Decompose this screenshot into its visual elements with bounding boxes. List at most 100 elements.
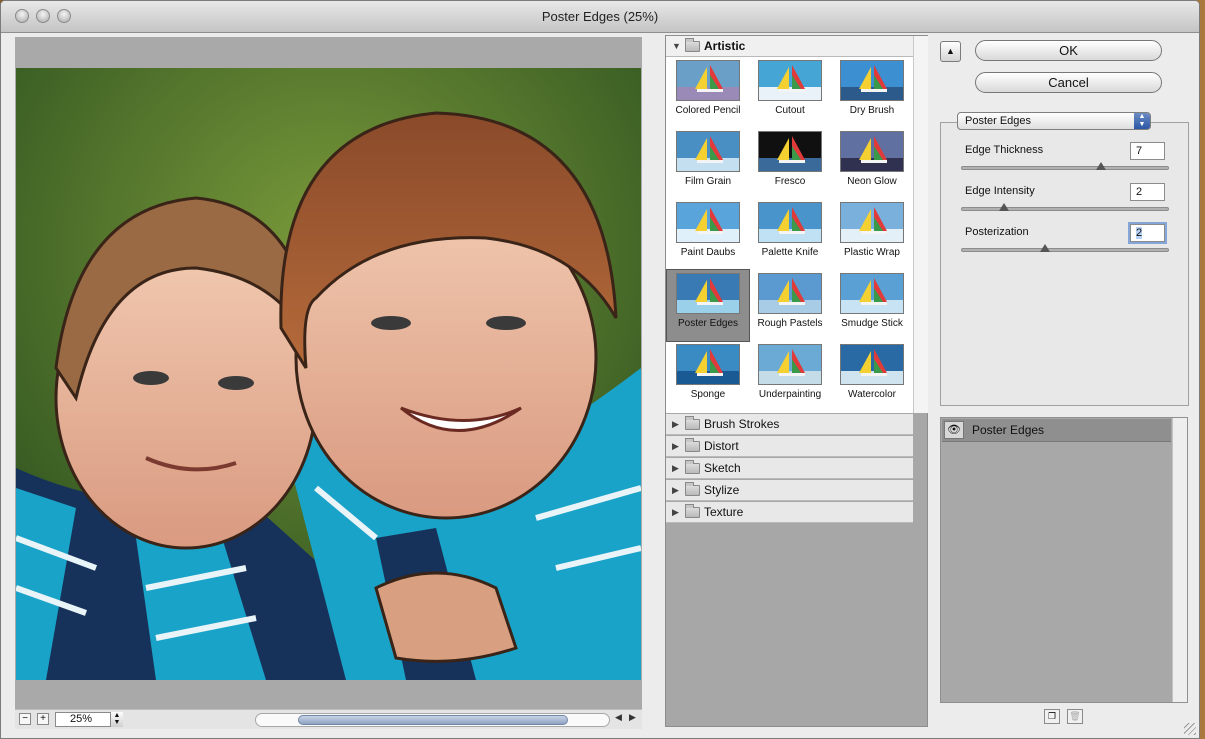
boys-photo-illustration	[16, 68, 641, 680]
filter-thumb-label: Sponge	[690, 389, 726, 400]
edge-thickness-slider[interactable]	[961, 162, 1169, 170]
zoom-out-button[interactable]: −	[19, 713, 31, 725]
disclosure-triangle-closed-icon: ▶	[672, 507, 679, 517]
filter-thumb-neon-glow[interactable]: Neon Glow	[831, 128, 913, 199]
category-texture[interactable]: ▶ Texture	[666, 502, 913, 523]
filter-thumb-rough-pastels[interactable]: Rough Pastels	[749, 270, 831, 341]
filter-preview-image	[840, 344, 904, 385]
category-sketch[interactable]: ▶ Sketch	[666, 458, 913, 479]
disclosure-triangle-closed-icon: ▶	[672, 441, 679, 451]
edge-thickness-label: Edge Thickness	[965, 144, 1044, 156]
disclosure-triangle-closed-icon: ▶	[672, 463, 679, 473]
preview-zoom-bar: − + 25% ▲ ▼ ◀ ▶	[15, 709, 642, 729]
filter-preview-image	[758, 344, 822, 385]
filter-preview-image	[676, 202, 740, 243]
filter-preview-image	[840, 273, 904, 314]
posterization-label: Posterization	[965, 226, 1029, 238]
scroll-left-icon[interactable]: ◀	[615, 712, 622, 723]
zoom-in-button[interactable]: +	[37, 713, 49, 725]
disclosure-triangle-closed-icon: ▶	[672, 485, 679, 495]
folder-icon	[685, 438, 700, 452]
layers-scrollbar[interactable]	[1172, 418, 1187, 702]
new-layer-icon[interactable]: ❐	[1044, 709, 1060, 724]
filter-thumb-underpainting[interactable]: Underpainting	[749, 341, 831, 412]
filter-thumb-label: Colored Pencil	[675, 105, 741, 116]
filter-settings-panel	[940, 122, 1189, 406]
posterization-field[interactable]: 2	[1130, 224, 1165, 242]
filter-preview-image	[676, 131, 740, 172]
filter-thumb-label: Paint Daubs	[680, 247, 736, 258]
dropdown-arrows-icon: ▲ ▼	[1134, 113, 1150, 129]
effect-layers-panel: 👁 Poster Edges	[940, 417, 1188, 703]
folder-icon	[685, 416, 700, 430]
category-stylize[interactable]: ▶ Stylize	[666, 480, 913, 501]
filter-thumb-dry-brush[interactable]: Dry Brush	[831, 57, 913, 128]
edge-intensity-field[interactable]: 2	[1130, 183, 1165, 201]
slider-thumb-icon[interactable]	[1096, 162, 1107, 170]
category-artistic[interactable]: ▼ Artistic	[666, 36, 913, 57]
cancel-button[interactable]: Cancel	[975, 72, 1162, 93]
posterization-value: 2	[1136, 227, 1143, 239]
ok-button[interactable]: OK	[975, 40, 1162, 61]
filter-thumb-label: Rough Pastels	[757, 318, 823, 329]
filter-gallery-window: Poster Edges (25%) − + 25% ▲ ▼ ◀ ▶ ▼ Art…	[0, 0, 1200, 739]
title-bar[interactable]: Poster Edges (25%)	[1, 1, 1199, 33]
filter-thumb-fresco[interactable]: Fresco	[749, 128, 831, 199]
filter-preview-image	[676, 344, 740, 385]
scrollbar-thumb[interactable]	[298, 715, 568, 725]
slider-thumb-icon[interactable]	[998, 203, 1009, 211]
filter-thumb-film-grain[interactable]: Film Grain	[667, 128, 749, 199]
filter-preview-image	[840, 60, 904, 101]
edge-thickness-value: 7	[1136, 145, 1143, 157]
filter-thumb-cutout[interactable]: Cutout	[749, 57, 831, 128]
slider-thumb-icon[interactable]	[1040, 244, 1051, 252]
posterization-slider[interactable]	[961, 244, 1169, 252]
filter-preview-image	[758, 202, 822, 243]
trash-icon[interactable]: 🗑	[1067, 709, 1083, 724]
folder-icon	[685, 482, 700, 496]
edge-thickness-field[interactable]: 7	[1130, 142, 1165, 160]
category-brush-strokes[interactable]: ▶ Brush Strokes	[666, 414, 913, 435]
window-title: Poster Edges (25%)	[541, 9, 659, 24]
filter-thumbnails-grid: Colored Pencil Cutout Dry Brush Film Grain F…	[666, 57, 913, 413]
filter-thumb-label: Fresco	[774, 176, 806, 187]
effect-layer-row[interactable]: 👁 Poster Edges	[942, 419, 1171, 442]
filter-gallery-list: ▼ Artistic Colored Pencil Cutout Dry Brush…	[665, 35, 928, 727]
filter-thumb-sponge[interactable]: Sponge	[667, 341, 749, 412]
gallery-vertical-scrollbar[interactable]	[913, 36, 928, 413]
filter-thumb-label: Underpainting	[758, 389, 822, 400]
filter-thumb-smudge-stick[interactable]: Smudge Stick	[831, 270, 913, 341]
preview-area[interactable]	[15, 37, 642, 709]
folder-icon	[685, 460, 700, 474]
category-label: Artistic	[704, 39, 746, 53]
filter-thumb-paint-daubs[interactable]: Paint Daubs	[667, 199, 749, 270]
disclosure-triangle-open-icon: ▼	[672, 41, 681, 51]
effect-layer-label: Poster Edges	[972, 423, 1045, 437]
filter-thumb-label: Cutout	[775, 105, 805, 116]
preview-image[interactable]	[16, 68, 641, 680]
scroll-right-icon[interactable]: ▶	[629, 712, 636, 723]
filter-thumb-colored-pencil[interactable]: Colored Pencil	[667, 57, 749, 128]
filter-thumb-poster-edges[interactable]: Poster Edges	[666, 269, 750, 342]
zoom-stepper-icon[interactable]: ▲ ▼	[110, 712, 123, 727]
filter-thumb-plastic-wrap[interactable]: Plastic Wrap	[831, 199, 913, 270]
filter-thumb-label: Plastic Wrap	[844, 247, 900, 258]
filter-thumb-watercolor[interactable]: Watercolor	[831, 341, 913, 412]
filter-thumb-label: Palette Knife	[761, 247, 819, 258]
category-label: Texture	[704, 505, 744, 519]
filter-select-dropdown[interactable]: Poster Edges ▲ ▼	[957, 112, 1151, 130]
eye-icon[interactable]: 👁	[944, 421, 964, 439]
resize-grip-icon[interactable]	[1184, 723, 1196, 735]
collapse-gallery-button[interactable]: ▲	[940, 41, 961, 62]
filter-thumb-label: Film Grain	[684, 176, 732, 187]
filter-thumb-label: Smudge Stick	[841, 318, 903, 329]
category-label: Stylize	[704, 483, 740, 497]
filter-thumb-palette-knife[interactable]: Palette Knife	[749, 199, 831, 270]
edge-intensity-slider[interactable]	[961, 203, 1169, 211]
filter-thumb-label: Poster Edges	[677, 318, 739, 329]
category-label: Sketch	[704, 461, 741, 475]
preview-horizontal-scrollbar[interactable]	[255, 713, 610, 727]
category-distort[interactable]: ▶ Distort	[666, 436, 913, 457]
filter-thumb-label: Watercolor	[848, 389, 896, 400]
filter-thumb-label: Neon Glow	[847, 176, 897, 187]
